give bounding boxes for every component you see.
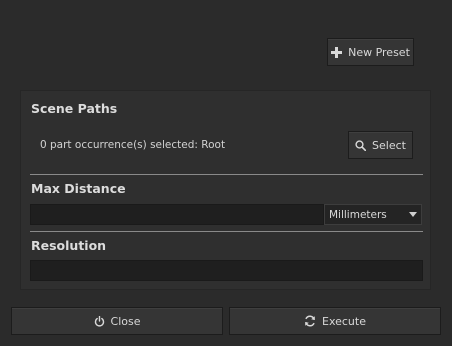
caret-down-icon bbox=[409, 212, 417, 217]
power-icon bbox=[94, 315, 105, 327]
execute-label: Execute bbox=[322, 314, 366, 328]
unit-select[interactable]: Millimeters bbox=[324, 204, 422, 225]
selection-status-text: 0 part occurrence(s) selected: Root bbox=[40, 139, 226, 151]
scene-paths-title: Scene Paths bbox=[31, 101, 118, 116]
refresh-icon bbox=[304, 315, 316, 327]
resolution-title: Resolution bbox=[31, 238, 107, 253]
select-label: Select bbox=[372, 138, 406, 152]
plus-icon bbox=[331, 46, 343, 58]
search-icon bbox=[355, 139, 367, 151]
max-distance-input[interactable] bbox=[30, 204, 324, 225]
settings-panel: Scene Paths 0 part occurrence(s) selecte… bbox=[20, 90, 431, 290]
section-divider bbox=[30, 174, 423, 175]
execute-button[interactable]: Execute bbox=[229, 307, 441, 335]
unit-select-value: Millimeters bbox=[329, 208, 387, 221]
new-preset-button[interactable]: New Preset bbox=[327, 38, 414, 66]
close-label: Close bbox=[110, 314, 141, 328]
resolution-input[interactable] bbox=[30, 260, 423, 281]
close-button[interactable]: Close bbox=[11, 307, 223, 335]
section-divider bbox=[30, 231, 423, 232]
select-button[interactable]: Select bbox=[348, 131, 413, 159]
max-distance-title: Max Distance bbox=[31, 181, 126, 196]
new-preset-label: New Preset bbox=[348, 45, 410, 59]
